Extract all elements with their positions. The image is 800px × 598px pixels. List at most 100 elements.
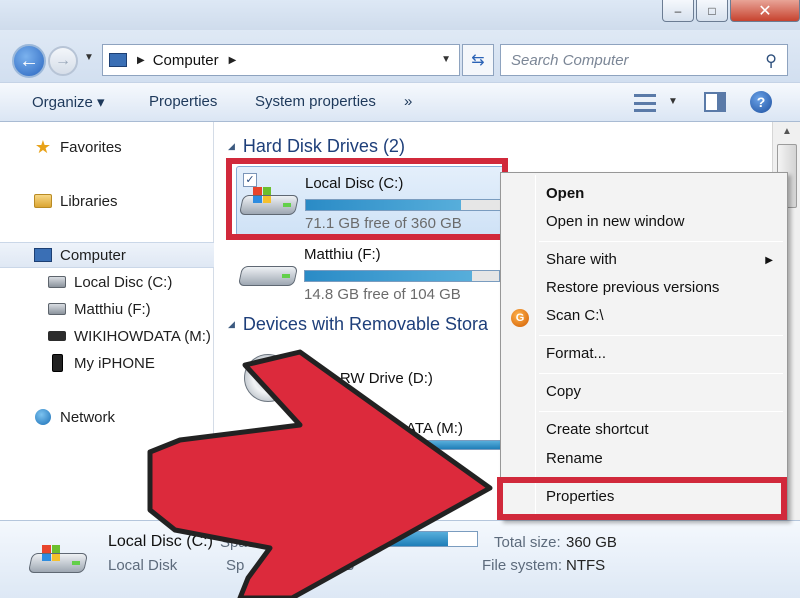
star-icon: ★ bbox=[34, 136, 52, 157]
drive-icon bbox=[48, 300, 66, 318]
details-pane: Local Disc (C:) Local Disk Spac Sp .1 GB… bbox=[0, 520, 800, 598]
details-drive-type: Local Disk bbox=[108, 557, 178, 574]
forward-button[interactable]: → bbox=[48, 46, 78, 76]
preview-pane-icon[interactable] bbox=[704, 92, 726, 112]
command-bar: Organize ▾ Properties System properties … bbox=[0, 82, 800, 122]
computer-icon bbox=[109, 53, 127, 67]
details-file-system-label: File system: bbox=[482, 557, 563, 574]
help-icon[interactable]: ? bbox=[750, 91, 772, 113]
breadcrumb-chevron-icon[interactable]: ▶ bbox=[229, 55, 237, 66]
antivirus-icon: G bbox=[511, 309, 529, 327]
windows-drive-icon bbox=[27, 545, 90, 577]
forward-arrow-icon: → bbox=[55, 52, 71, 69]
search-placeholder: Search Computer bbox=[511, 51, 629, 69]
drive-icon bbox=[237, 258, 299, 288]
change-view-icon[interactable] bbox=[634, 94, 656, 112]
menu-item-open-new-window[interactable]: Open in new window bbox=[546, 213, 684, 230]
sidebar-item-wikihowdata-m[interactable]: WIKIHOWDATA (M:) bbox=[0, 323, 214, 349]
details-total-size-value: 360 GB bbox=[566, 534, 617, 551]
more-commands-button[interactable]: » bbox=[404, 93, 412, 110]
group-title: Devices with Removable Stora bbox=[242, 314, 489, 334]
computer-icon bbox=[34, 246, 52, 264]
menu-item-rename[interactable]: Rename bbox=[546, 450, 603, 467]
sidebar-item-label: Favorites bbox=[60, 138, 122, 156]
collapse-triangle-icon[interactable]: ◢ bbox=[228, 141, 235, 152]
recent-pages-dropdown[interactable]: ▼ bbox=[84, 52, 94, 63]
drive-name: ATA (M:) bbox=[406, 420, 463, 437]
sidebar-item-local-disc-c[interactable]: Local Disc (C:) bbox=[0, 269, 214, 295]
details-space-used-label: Spac bbox=[220, 534, 255, 551]
group-header-hard-disk-drives[interactable]: ◢ Hard Disk Drives (2) bbox=[228, 136, 405, 157]
sidebar-item-network[interactable]: Network bbox=[0, 404, 214, 430]
details-file-system-value: NTFS bbox=[566, 557, 606, 574]
title-bar: – □ ✕ bbox=[0, 0, 800, 30]
group-title: Hard Disk Drives (2) bbox=[242, 136, 405, 156]
details-usage-bar bbox=[330, 531, 478, 547]
address-bar[interactable]: ▶ Computer ▶ ▼ bbox=[102, 44, 460, 76]
scroll-up-icon[interactable]: ▲ bbox=[777, 126, 797, 142]
sidebar-item-label: WIKIHOWDATA (M:) bbox=[74, 327, 211, 345]
drive-usage-bar bbox=[406, 440, 502, 450]
sidebar-item-computer[interactable]: Computer bbox=[0, 242, 214, 268]
phone-icon bbox=[48, 354, 66, 372]
properties-button[interactable]: Properties bbox=[149, 93, 217, 110]
refresh-icon: ⇆ bbox=[471, 52, 485, 69]
sidebar-item-my-iphone[interactable]: My iPHONE bbox=[0, 350, 214, 376]
dvd-drive-icon bbox=[244, 354, 292, 402]
details-total-size-label: Total size: bbox=[494, 534, 561, 551]
organize-button[interactable]: Organize ▾ bbox=[32, 93, 105, 111]
address-dropdown-icon[interactable]: ▼ bbox=[441, 54, 451, 65]
menu-item-share-with[interactable]: Share with bbox=[546, 251, 617, 268]
search-icon[interactable]: ⚲ bbox=[765, 51, 777, 71]
menu-item-restore-previous-versions[interactable]: Restore previous versions bbox=[546, 279, 719, 296]
close-button[interactable]: ✕ bbox=[730, 0, 800, 22]
menu-item-scan[interactable]: Scan C:\ bbox=[546, 307, 604, 324]
sidebar-item-label: Local Disc (C:) bbox=[74, 273, 173, 291]
drive-tile-matthiu-f[interactable]: Matthiu (F:) 14.8 GB free of 104 GB bbox=[236, 238, 506, 308]
system-properties-button[interactable]: System properties bbox=[255, 93, 376, 110]
group-header-other[interactable]: Po bbox=[242, 494, 264, 515]
breadcrumb-computer[interactable]: Computer bbox=[153, 52, 219, 69]
back-button[interactable]: ← bbox=[12, 44, 46, 78]
sidebar-item-matthiu-f[interactable]: Matthiu (F:) bbox=[0, 296, 214, 322]
details-drive-name: Local Disc (C:) bbox=[108, 533, 213, 550]
group-title: Po bbox=[242, 494, 265, 514]
sidebar-item-favorites[interactable]: ★ Favorites bbox=[0, 134, 214, 160]
back-arrow-icon: ← bbox=[19, 49, 39, 72]
drive-name: Matthiu (F:) bbox=[304, 246, 381, 263]
sidebar-item-label: My iPHONE bbox=[74, 354, 155, 372]
breadcrumb-separator-icon[interactable]: ▶ bbox=[137, 55, 145, 66]
usb-drive-icon bbox=[48, 327, 66, 345]
context-menu: Open Open in new window Share with ▶ Res… bbox=[500, 172, 788, 520]
drive-tile-wikihowdata-m[interactable]: ATA (M:) bbox=[236, 412, 506, 482]
network-icon bbox=[34, 408, 52, 426]
drive-tile-dvd-rw-d[interactable]: DVD RW Drive (D:) bbox=[236, 348, 506, 418]
collapse-triangle-icon[interactable]: ◢ bbox=[228, 319, 235, 330]
address-row: ← → ▼ ▶ Computer ▶ ▼ ⇆ Search Computer ⚲ bbox=[0, 30, 800, 82]
highlight-box-properties bbox=[497, 477, 787, 520]
menu-item-create-shortcut[interactable]: Create shortcut bbox=[546, 421, 649, 438]
sidebar-item-label: Matthiu (F:) bbox=[74, 300, 151, 318]
drive-name: DVD RW Drive (D:) bbox=[304, 370, 433, 387]
drive-icon bbox=[48, 273, 66, 291]
refresh-button[interactable]: ⇆ bbox=[462, 44, 494, 76]
details-space-free-label: Sp bbox=[226, 557, 245, 574]
details-space-free-value: .1 GB bbox=[316, 557, 355, 574]
submenu-arrow-icon: ▶ bbox=[765, 255, 773, 266]
drive-free-space: 14.8 GB free of 104 GB bbox=[304, 286, 461, 303]
menu-item-copy[interactable]: Copy bbox=[546, 383, 581, 400]
navigation-pane: ★ Favorites Libraries Computer Local Dis… bbox=[0, 122, 214, 520]
search-input[interactable]: Search Computer ⚲ bbox=[500, 44, 788, 76]
view-dropdown-icon[interactable]: ▼ bbox=[668, 96, 678, 107]
menu-item-format[interactable]: Format... bbox=[546, 345, 606, 362]
menu-item-open[interactable]: Open bbox=[546, 185, 584, 202]
minimize-button[interactable]: – bbox=[662, 0, 694, 22]
highlight-box-local-disc bbox=[226, 158, 508, 240]
sidebar-item-libraries[interactable]: Libraries bbox=[0, 188, 214, 214]
drive-usage-bar bbox=[304, 270, 500, 282]
folder-icon bbox=[34, 192, 52, 210]
sidebar-item-label: Libraries bbox=[60, 192, 118, 210]
group-header-removable-storage[interactable]: ◢ Devices with Removable Stora bbox=[228, 314, 488, 335]
sidebar-item-label: Network bbox=[60, 408, 116, 426]
maximize-button[interactable]: □ bbox=[696, 0, 728, 22]
